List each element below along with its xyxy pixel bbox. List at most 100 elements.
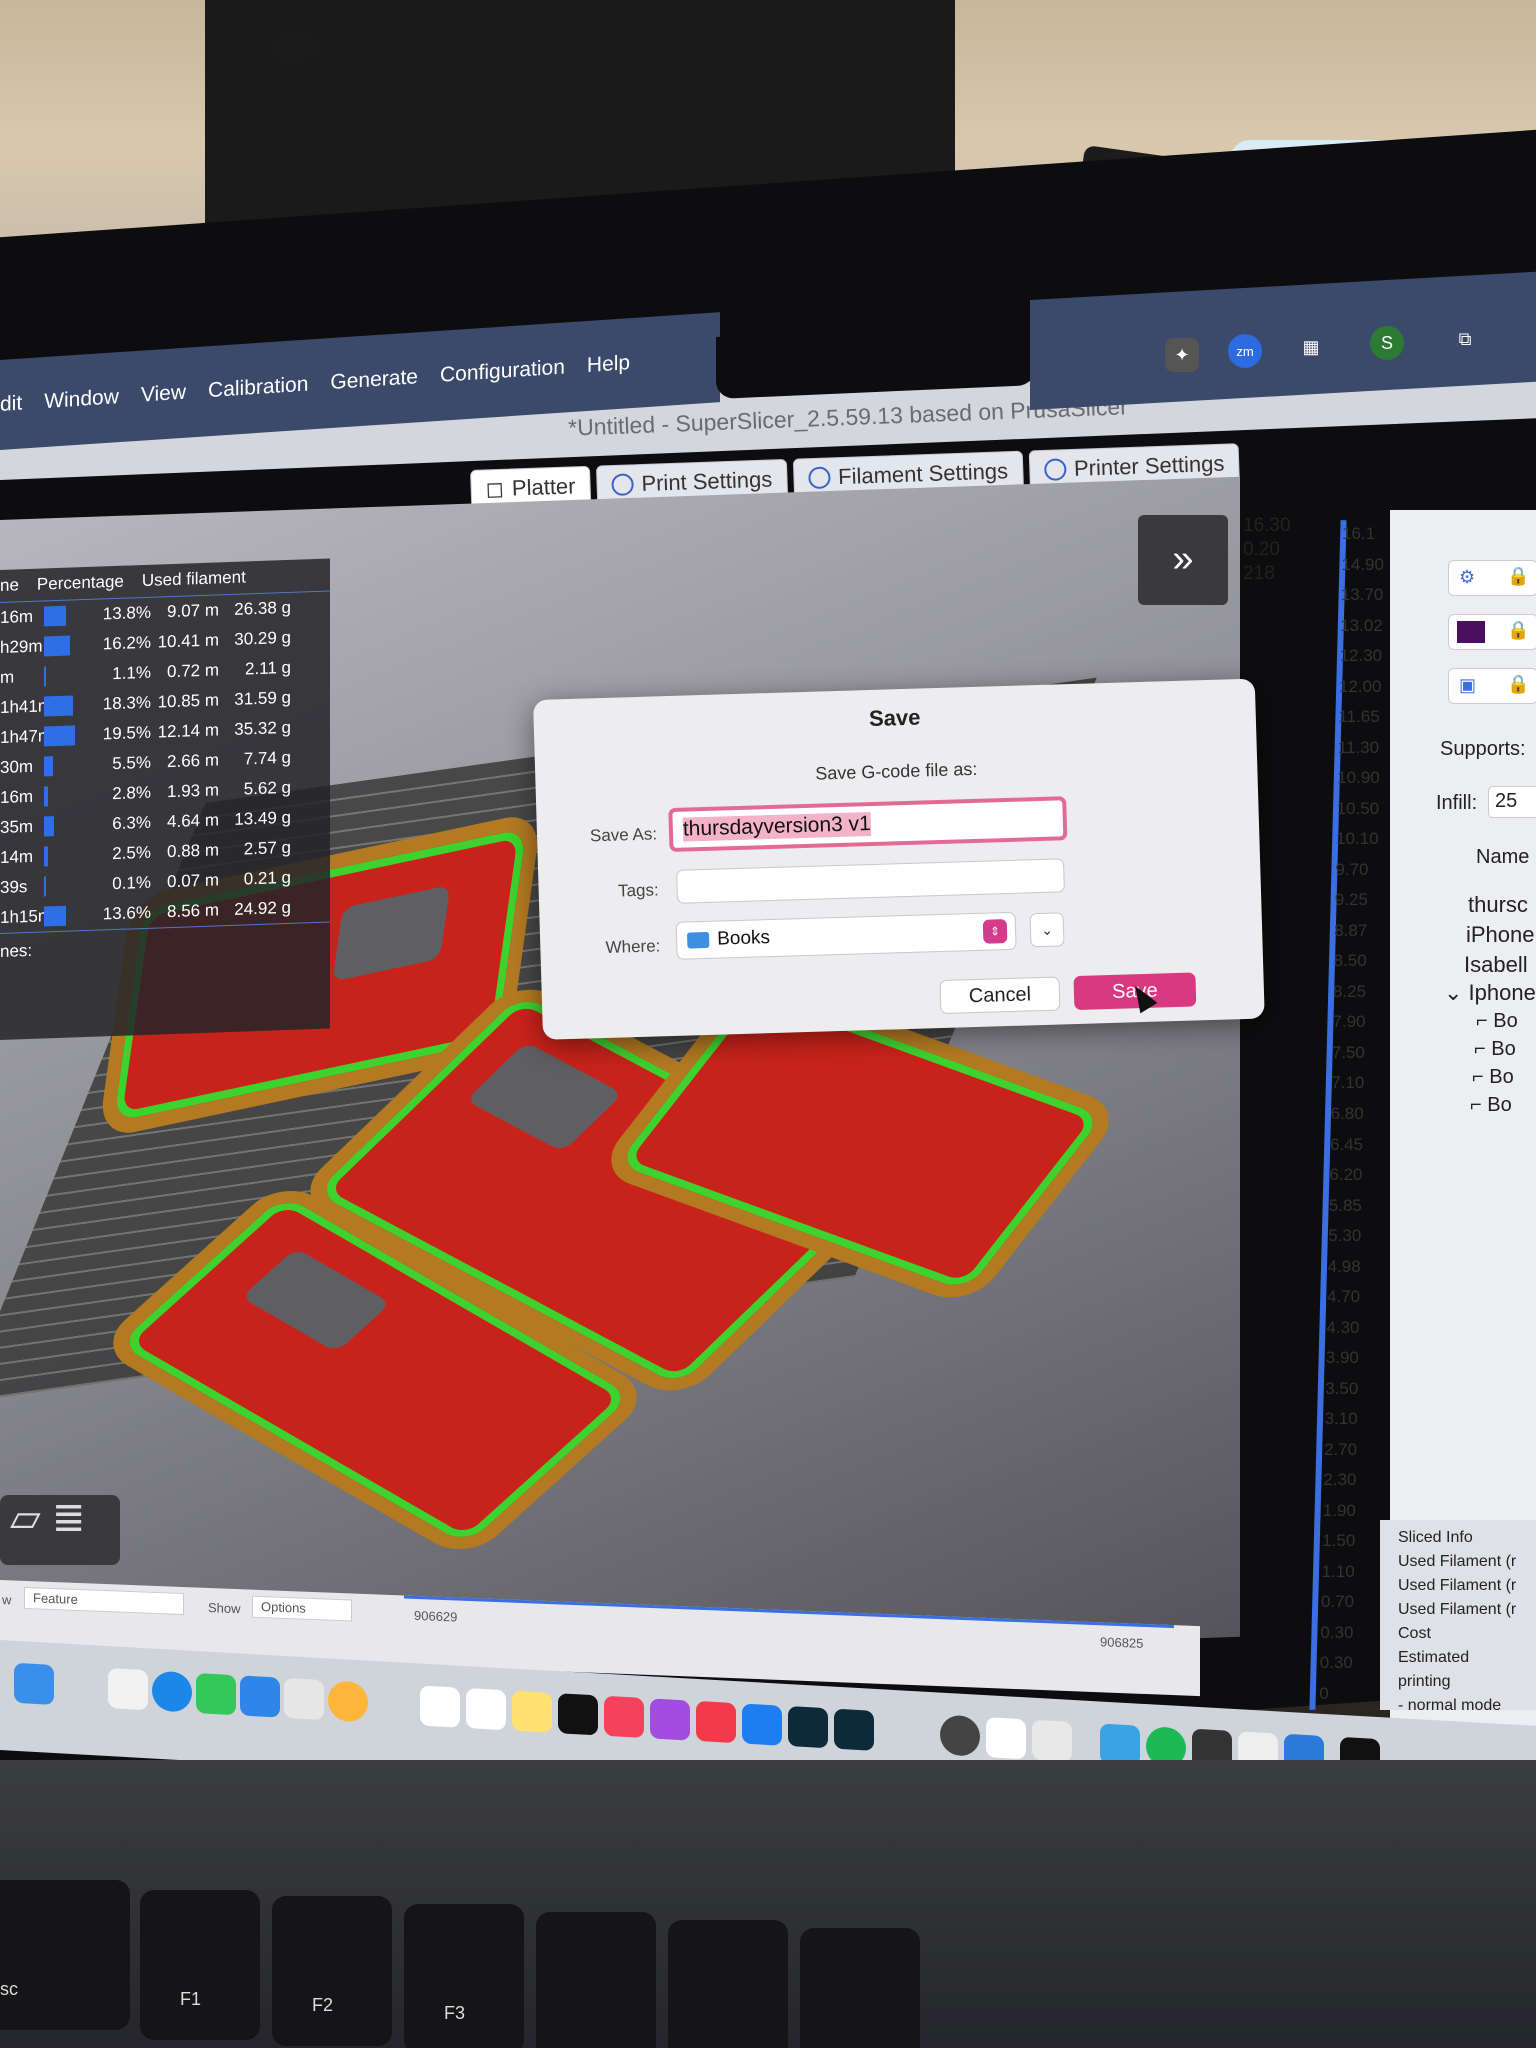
row-percentage: 0.1% xyxy=(112,872,151,894)
launchpad-icon[interactable] xyxy=(108,1668,148,1711)
layer-slider[interactable]: 16.1 14.90 13.70 13.02 12.30 12.00 11.65 11.30 1… xyxy=(1250,510,1384,1720)
printer-preset-combo[interactable]: ▣ 🔒 xyxy=(1448,668,1536,704)
view-select[interactable]: Feature xyxy=(24,1586,184,1616)
gear-icon xyxy=(611,473,634,497)
object-item-3[interactable]: Isabell xyxy=(1464,952,1528,978)
tags-field[interactable] xyxy=(676,858,1065,904)
layer-tick-label: 5.30 xyxy=(1328,1226,1362,1246)
row-time: m xyxy=(0,667,15,687)
finder-icon[interactable] xyxy=(14,1662,54,1706)
cube-app-icon[interactable] xyxy=(1032,1719,1072,1762)
filament-preset-combo[interactable]: 🔒 xyxy=(1448,614,1536,650)
screen-icon[interactable]: ⧉ xyxy=(1448,322,1482,356)
settings-icon[interactable] xyxy=(940,1714,980,1757)
row-percentage: 1.1% xyxy=(112,662,151,684)
tv-icon[interactable] xyxy=(558,1693,598,1736)
news-icon[interactable] xyxy=(696,1700,736,1744)
textedit-icon[interactable] xyxy=(986,1717,1026,1760)
object-item-1[interactable]: thursc xyxy=(1468,892,1528,918)
photos-icon[interactable] xyxy=(328,1680,368,1723)
sub-item-4-label: Bo xyxy=(1487,1094,1512,1116)
row-time: 16m xyxy=(0,786,34,807)
music-icon[interactable] xyxy=(604,1695,644,1739)
layer-tick-label: 9.70 xyxy=(1335,859,1369,879)
layer-tick-label: 0.30 xyxy=(1320,1622,1354,1642)
mail-icon[interactable] xyxy=(240,1675,280,1718)
maps-icon[interactable] xyxy=(284,1677,324,1721)
row-percentage: 2.8% xyxy=(112,782,151,804)
key-f3[interactable]: F3 xyxy=(404,1904,524,2048)
menu-view[interactable]: View xyxy=(141,381,186,408)
row-bar-fill xyxy=(44,666,46,687)
row-bar xyxy=(44,665,99,687)
row-bar-fill xyxy=(44,756,53,777)
layer-tick-label: 11.30 xyxy=(1337,737,1380,757)
save-as-value: thursdayversion3 v1 xyxy=(682,812,872,842)
menu-window[interactable]: Window xyxy=(44,385,119,414)
scrivener-icon[interactable]: S xyxy=(1370,326,1404,360)
layout-icon[interactable]: ▦ xyxy=(1294,330,1328,364)
row-bar xyxy=(44,785,99,807)
reminders-icon[interactable] xyxy=(466,1688,506,1731)
row-weight: 5.62 g xyxy=(243,777,291,799)
row-percentage: 19.5% xyxy=(102,722,151,744)
printer-icon xyxy=(1043,458,1067,481)
safari-icon[interactable] xyxy=(152,1670,192,1713)
view-mode-icon[interactable]: ▱ ≣ xyxy=(0,1495,120,1565)
row-percentage: 6.3% xyxy=(112,812,151,834)
row-percentage: 18.3% xyxy=(102,692,151,714)
menu-generate[interactable]: Generate xyxy=(330,365,418,395)
key-f6[interactable] xyxy=(800,1928,920,2048)
collapse-sidebar-icon[interactable]: » xyxy=(1138,515,1228,605)
info-row-3: Used Filament (r xyxy=(1398,1601,1517,1618)
col-used-filament: Used filament xyxy=(141,567,246,591)
row-time: 1h41m xyxy=(0,696,52,717)
calendar-icon[interactable] xyxy=(420,1685,460,1728)
dialog-title: Save xyxy=(868,704,921,732)
app-store-icon[interactable] xyxy=(742,1703,782,1746)
sub-item-4[interactable]: ⌐ Bo xyxy=(1470,1094,1512,1117)
object-item-4[interactable]: ⌄ Iphone xyxy=(1444,980,1536,1006)
info-row-6: - normal mode xyxy=(1398,1697,1502,1714)
dialog-subtitle: Save G-code file as: xyxy=(814,758,978,784)
object-item-2[interactable]: iPhone xyxy=(1466,922,1535,948)
notes-icon[interactable] xyxy=(512,1690,552,1733)
tags-label: Tags: xyxy=(617,880,659,901)
sub-item-2[interactable]: ⌐ Bo xyxy=(1474,1038,1516,1061)
lock-icon: 🔒 xyxy=(1507,620,1530,640)
tab-print-settings-label: Print Settings xyxy=(640,466,773,497)
expand-dialog-button[interactable]: ⌄ xyxy=(1029,912,1065,948)
menu-configuration[interactable]: Configuration xyxy=(440,355,565,387)
layer-tick-label: 7.10 xyxy=(1331,1073,1365,1093)
print-preset-combo[interactable]: ⚙ 🔒 xyxy=(1448,560,1536,596)
save-as-field[interactable]: thursdayversion3 v1 xyxy=(668,796,1068,853)
infill-input[interactable]: 25 xyxy=(1488,786,1536,818)
key-esc[interactable]: sc xyxy=(0,1880,130,2030)
show-select[interactable]: Options xyxy=(252,1595,352,1622)
layer-tick-label: 3.50 xyxy=(1325,1378,1359,1398)
menu-edit[interactable]: dit xyxy=(0,392,22,417)
menu-help[interactable]: Help xyxy=(587,351,630,378)
row-length: 10.41 m xyxy=(157,630,219,652)
cancel-button[interactable]: Cancel xyxy=(939,976,1061,1015)
sub-item-1[interactable]: ⌐ Bo xyxy=(1476,1010,1518,1033)
key-f2[interactable]: F2 xyxy=(272,1896,392,2046)
messages-icon[interactable] xyxy=(196,1672,236,1716)
lightroom-classic-icon[interactable] xyxy=(788,1706,828,1749)
filament-color-swatch xyxy=(1457,621,1485,643)
chatgpt-icon[interactable]: ✦ xyxy=(1165,338,1199,372)
col-time: ne xyxy=(0,575,19,595)
layer-tick-label: 9.25 xyxy=(1334,890,1368,910)
row-time: h29m xyxy=(0,636,43,657)
key-f4[interactable] xyxy=(536,1912,656,2048)
zoom-icon[interactable]: zm xyxy=(1228,334,1262,368)
podcasts-icon[interactable] xyxy=(650,1698,690,1741)
lightroom-icon[interactable] xyxy=(834,1708,874,1751)
layer-tick-label: 0.70 xyxy=(1321,1592,1355,1612)
menu-calibration[interactable]: Calibration xyxy=(208,373,308,404)
sub-item-3[interactable]: ⌐ Bo xyxy=(1472,1066,1514,1089)
key-f1[interactable]: F1 xyxy=(140,1890,260,2040)
where-select[interactable]: Books ⇕ xyxy=(675,911,1017,960)
layer-tick-label: 10.50 xyxy=(1336,798,1380,818)
key-f5[interactable] xyxy=(668,1920,788,2048)
